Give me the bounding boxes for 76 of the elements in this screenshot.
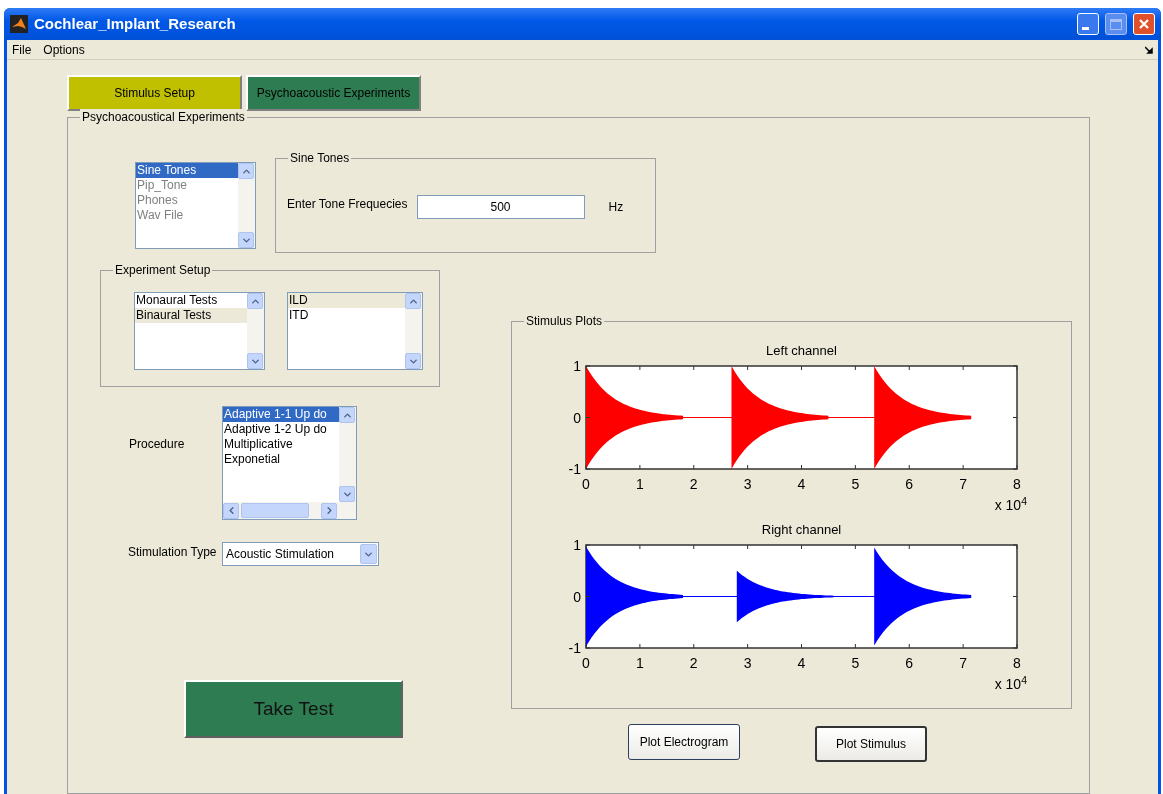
close-icon [1138,18,1150,30]
plot-button[interactable]: Plot Electrogram [628,724,740,760]
list-item[interactable]: Binaural Tests [135,308,247,323]
group-title: Experiment Setup [113,262,213,278]
axis-tick-label: 0 [573,588,581,605]
scroll-arrow-button[interactable] [247,353,263,369]
axis-tick-label: 4 [797,655,806,671]
plot-title: Left channel [766,343,837,358]
scroll-arrow-button[interactable] [405,293,421,309]
scrollbar[interactable] [405,293,422,369]
maximize-icon [1110,18,1122,30]
scroll-arrow-button[interactable] [339,407,355,423]
window-title: Cochlear_Implant_Research [34,13,236,34]
field-label: Enter Tone Frequecies [287,196,408,213]
axis-tick-label: 3 [743,655,752,671]
list-box[interactable]: ILD ITD [287,292,423,370]
stimulation-type-dropdown[interactable]: Acoustic Stimulation [222,542,379,566]
frequency-input[interactable]: 500 [416,195,585,219]
axis-tick-label: 2 [689,476,698,492]
take-test-button[interactable]: Take Test [184,680,403,738]
panel-title: Psychoacoustical Experiments [80,109,247,125]
axis-multiplier: x 10$^{4}$ [994,497,1027,515]
unit-label: Hz [608,199,624,216]
app-logo-icon [10,15,28,33]
plot-title: Right channel [761,522,842,537]
scroll-arrow-button[interactable] [238,163,254,179]
axis-tick-label: 0 [582,476,590,492]
scroll-arrow-button[interactable] [339,486,355,502]
axis-tick-label: -1 [568,461,581,477]
menu-item[interactable]: Options [43,40,85,59]
scroll-arrow-button[interactable] [247,293,263,309]
tab-button[interactable]: Stimulus Setup [67,75,242,111]
axis-multiplier: x 10$^{4}$ [994,676,1027,694]
dropdown-arrow-button[interactable] [360,544,377,564]
scroll-arrow-button[interactable] [321,502,337,519]
axis-tick-label: 0 [582,655,590,671]
axis-tick-label: 3 [743,476,752,492]
scrollbar[interactable] [339,407,356,502]
tab-button[interactable]: Psychoacoustic Experiments [246,75,421,111]
axis-tick-label: 5 [851,476,860,492]
menu-item[interactable]: File [12,40,32,59]
procedure-label: Procedure [129,436,186,453]
scrollbar[interactable] [238,163,255,248]
axis-tick-label: 5 [851,655,860,671]
plot-button[interactable]: Plot Stimulus [815,726,927,762]
axis-tick-label: 4 [797,476,806,492]
maximize-button[interactable] [1105,13,1127,35]
scroll-arrow-button[interactable] [223,502,239,519]
scroll-thumb[interactable] [241,503,309,518]
list-item[interactable]: Sine Tones [136,163,238,178]
scroll-arrow-button[interactable] [405,353,421,369]
dock-arrow-icon[interactable] [1145,45,1153,54]
axis-tick-label: 8 [1013,655,1021,671]
axis-tick-label: 2 [689,655,698,671]
axis-tick-label: 7 [959,655,967,671]
minimize-button[interactable] [1077,13,1099,35]
list-box[interactable]: Adaptive 1-1 Up do Adaptive 1-2 Up do Multiplicative Exponetial [222,406,357,520]
list-item[interactable]: Adaptive 1-1 Up do [223,407,339,422]
axis-tick-label: 6 [905,476,914,492]
horizontal-scrollbar[interactable] [223,502,356,519]
axis-tick-label: 1 [573,537,581,553]
axis-tick-label: 7 [959,476,967,492]
close-button[interactable] [1133,13,1155,35]
list-box[interactable]: Monaural Tests Binaural Tests [134,292,265,370]
axis-tick-label: -1 [568,640,581,656]
stimulation-type-label: Stimulation Type [128,544,218,561]
axis-tick-label: 6 [905,655,914,671]
scroll-arrow-button[interactable] [238,232,254,248]
axis-tick-label: 0 [573,409,581,426]
minimize-icon [1082,27,1089,30]
list-item[interactable]: ILD [288,293,405,308]
scrollbar[interactable] [247,293,264,369]
axis-tick-label: 8 [1013,476,1021,492]
axis-tick-label: 1 [573,358,581,374]
axis-tick-label: 1 [636,476,644,492]
axis-tick-label: 1 [636,655,644,671]
